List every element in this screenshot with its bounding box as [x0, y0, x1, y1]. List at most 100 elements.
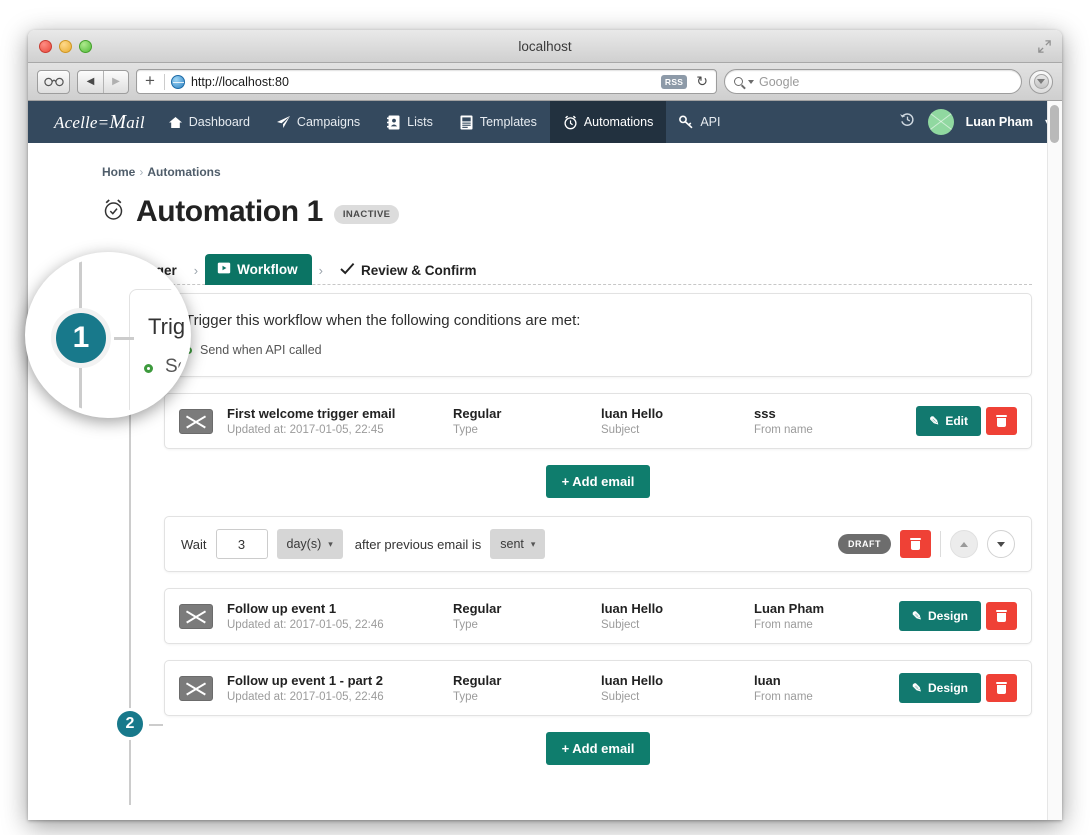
key-icon: [679, 115, 694, 130]
history-icon[interactable]: [899, 111, 916, 133]
search-input[interactable]: Google: [724, 69, 1022, 94]
email-name: First welcome trigger email: [227, 406, 453, 421]
trigger-card: Trigger this workflow when the following…: [164, 293, 1032, 377]
email-type-label: Type: [453, 619, 601, 631]
tab-review-confirm[interactable]: Review & Confirm: [330, 256, 487, 285]
back-arrow-icon[interactable]: ◀: [78, 71, 103, 93]
email-row[interactable]: First welcome trigger email Updated at: …: [164, 393, 1032, 449]
wait-step-card: Wait day(s) ▾ after previous email is se…: [164, 516, 1032, 572]
scrollbar-thumb[interactable]: [1050, 105, 1059, 143]
nav-back-forward-group[interactable]: ◀ ▶: [77, 70, 129, 94]
wait-condition-value: sent: [500, 537, 524, 551]
avatar[interactable]: [928, 109, 954, 135]
wait-amount-input[interactable]: [216, 529, 268, 559]
add-email-button[interactable]: + Add email: [546, 732, 651, 765]
nav-item-lists[interactable]: Lists: [373, 101, 446, 143]
delete-wait-button[interactable]: [900, 530, 931, 558]
move-down-button[interactable]: [987, 530, 1015, 558]
minimize-window-button[interactable]: [59, 40, 72, 53]
email-subject-value: luan Hello: [601, 406, 754, 421]
edit-button[interactable]: ✎ Edit: [916, 406, 981, 436]
new-tab-button[interactable]: +: [142, 72, 158, 91]
email-type-value: Regular: [453, 673, 601, 688]
caret-down-icon: [997, 542, 1005, 547]
wait-row-actions: DRAFT: [838, 530, 1015, 558]
forward-arrow-icon[interactable]: ▶: [103, 71, 128, 93]
brand-logo[interactable]: Acelle=Mail: [40, 111, 155, 134]
page-content: Home›Automations Automation 1 INACTIVE: [28, 143, 1062, 820]
email-type-cell: Regular Type: [453, 406, 601, 436]
reload-icon[interactable]: ↻: [693, 73, 711, 90]
email-row-actions: ✎ Design: [899, 601, 1017, 631]
nav-item-automations[interactable]: Automations: [550, 101, 666, 143]
user-name[interactable]: Luan Pham: [966, 115, 1033, 129]
breadcrumb-current[interactable]: Automations: [147, 165, 220, 179]
rss-button[interactable]: RSS: [661, 75, 687, 89]
close-window-button[interactable]: [39, 40, 52, 53]
nav-item-label: Campaigns: [297, 115, 360, 129]
email-fromname-cell: luan From name: [754, 673, 899, 703]
email-updated: Updated at: 2017-01-05, 22:46: [227, 691, 453, 703]
email-fromname-cell: Luan Pham From name: [754, 601, 899, 631]
email-type-value: Regular: [453, 601, 601, 616]
workflow-icon: [217, 261, 231, 278]
design-button[interactable]: ✎ Design: [899, 673, 981, 703]
nav-item-campaigns[interactable]: Campaigns: [263, 101, 373, 143]
nav-item-label: Dashboard: [189, 115, 250, 129]
email-type-cell: Regular Type: [453, 673, 601, 703]
magnified-step-marker-1: 1: [51, 308, 111, 368]
tab-label: Review & Confirm: [361, 263, 477, 278]
add-email-row-1: + Add email: [164, 465, 1032, 498]
template-icon: [459, 115, 474, 130]
email-subject-cell: luan Hello Subject: [601, 673, 754, 703]
search-dropdown-caret-icon[interactable]: [748, 80, 754, 84]
zoom-window-button[interactable]: [79, 40, 92, 53]
email-subject-label: Subject: [601, 619, 754, 631]
alarm-clock-icon: [102, 198, 125, 227]
page-title-row: Automation 1 INACTIVE: [70, 195, 1032, 229]
wait-unit-select[interactable]: day(s) ▾: [277, 529, 343, 559]
nav-item-dashboard[interactable]: Dashboard: [155, 101, 263, 143]
nav-item-label: API: [700, 115, 720, 129]
fullscreen-icon[interactable]: [1037, 39, 1052, 54]
check-icon: [340, 262, 355, 278]
email-row[interactable]: Follow up event 1 - part 2 Updated at: 2…: [164, 660, 1032, 716]
page-title: Automation 1: [136, 195, 323, 229]
email-fromname-value: luan: [754, 673, 899, 688]
delete-button[interactable]: [986, 602, 1017, 630]
downloads-icon[interactable]: [1029, 70, 1053, 94]
browser-titlebar: localhost: [28, 30, 1062, 63]
magnified-bullet-icon: [144, 364, 153, 373]
wait-middle-label: after previous email is: [355, 537, 481, 552]
contact-card-icon: [386, 115, 401, 130]
tab-workflow[interactable]: Workflow: [205, 254, 312, 285]
nav-item-api[interactable]: API: [666, 101, 733, 143]
address-bar[interactable]: + http://localhost:80 RSS ↻: [136, 69, 717, 94]
pencil-icon: ✎: [912, 609, 922, 623]
email-name-cell: Follow up event 1 - part 2 Updated at: 2…: [227, 673, 453, 703]
wait-label: Wait: [181, 537, 207, 552]
wait-condition-select[interactable]: sent ▾: [490, 529, 545, 559]
step-marker-2: 2: [114, 708, 146, 740]
email-fromname-value: Luan Pham: [754, 601, 899, 616]
delete-button[interactable]: [986, 407, 1017, 435]
email-row[interactable]: Follow up event 1 Updated at: 2017-01-05…: [164, 588, 1032, 644]
design-button[interactable]: ✎ Design: [899, 601, 981, 631]
reader-glasses-icon[interactable]: [37, 70, 70, 94]
page-scrollbar[interactable]: [1047, 101, 1062, 820]
workflow-timeline: 1 Trigger this workflow when the followi…: [102, 293, 1032, 765]
move-up-button[interactable]: [950, 530, 978, 558]
actions-divider: [940, 531, 941, 557]
add-email-button[interactable]: + Add email: [546, 465, 651, 498]
breadcrumb-home[interactable]: Home: [102, 165, 135, 179]
search-icon: [734, 77, 743, 86]
browser-window: localhost ◀ ▶ +: [28, 30, 1062, 820]
address-bar-url[interactable]: http://localhost:80: [191, 75, 655, 89]
nav-item-templates[interactable]: Templates: [446, 101, 550, 143]
window-traffic-lights[interactable]: [39, 40, 92, 53]
magnified-trigger-heading: Trigge: [148, 314, 191, 340]
email-subject-label: Subject: [601, 691, 754, 703]
app-navbar: Acelle=Mail Dashboard Campaigns: [28, 101, 1062, 143]
email-subject-cell: luan Hello Subject: [601, 406, 754, 436]
delete-button[interactable]: [986, 674, 1017, 702]
